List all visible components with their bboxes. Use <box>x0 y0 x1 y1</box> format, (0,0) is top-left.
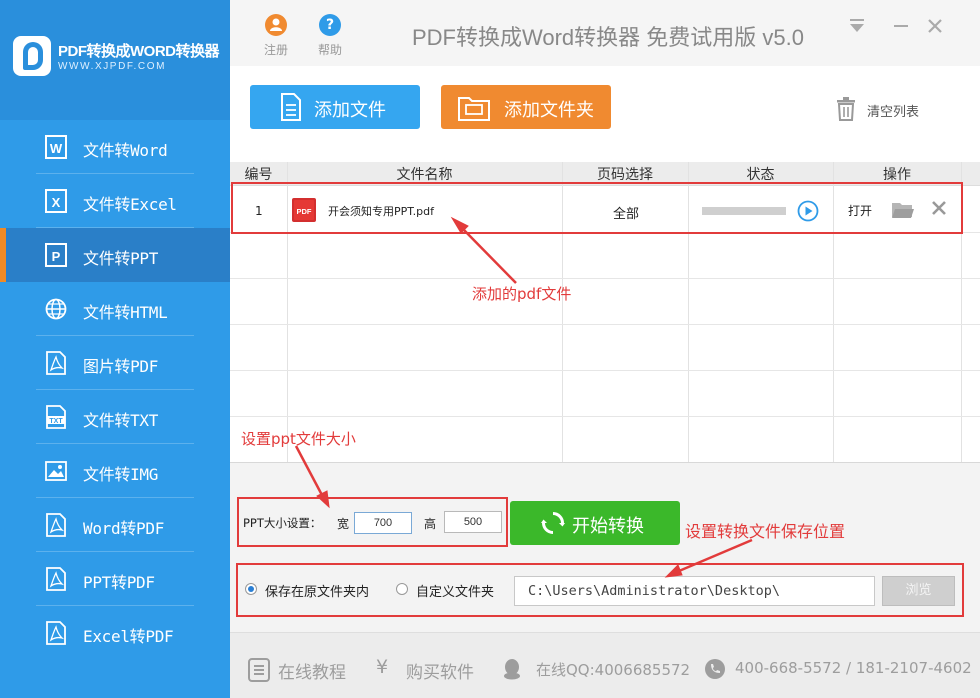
yen-icon: ¥ <box>376 656 389 678</box>
sidebar-item-label: 图片转PDF <box>83 357 159 376</box>
logo-title: PDF转换成WORD转换器 <box>58 43 220 60</box>
sidebar-item-label: 文件转IMG <box>83 465 159 484</box>
register-label: 注册 <box>263 43 288 57</box>
sidebar-item-image-to-pdf[interactable]: 图片转PDF <box>0 336 230 390</box>
help-button[interactable]: ? 帮助 <box>310 14 350 60</box>
menu-dropdown-icon[interactable] <box>846 15 868 37</box>
title-bar: 注册 ? 帮助 PDF转换成Word转换器 免费试用版 v5.0 <box>230 0 980 66</box>
svg-text:TXT: TXT <box>49 418 63 425</box>
sidebar-item-file-to-excel[interactable]: X 文件转Excel <box>0 174 230 228</box>
txt-icon: TXT <box>46 405 66 429</box>
sidebar-item-label: 文件转Excel <box>83 195 177 214</box>
sidebar-item-file-to-ppt[interactable]: P 文件转PPT <box>0 228 230 282</box>
annotation-box-file-row <box>231 182 963 234</box>
add-folder-button[interactable]: 添加文件夹 <box>441 85 611 129</box>
window-title: PDF转换成Word转换器 免费试用版 v5.0 <box>412 25 804 50</box>
sidebar-item-file-to-word[interactable]: W 文件转Word <box>0 120 230 174</box>
start-convert-label: 开始转换 <box>572 516 644 537</box>
minimize-icon[interactable] <box>890 15 912 37</box>
svg-text:P: P <box>52 249 61 264</box>
sidebar-item-label: 文件转PPT <box>83 249 159 268</box>
sidebar-item-file-to-txt[interactable]: TXT 文件转TXT <box>0 390 230 444</box>
sidebar-item-label: PPT转PDF <box>83 573 155 592</box>
pdf-icon <box>46 513 66 537</box>
phone-label: 400-668-5572 / 181-2107-4602 <box>735 659 972 677</box>
svg-text:X: X <box>52 195 61 210</box>
annotation-added-pdf: 添加的pdf文件 <box>472 285 572 303</box>
sidebar-item-label: 文件转Word <box>83 141 168 160</box>
sidebar-item-label: 文件转TXT <box>83 411 159 430</box>
pdf-icon <box>46 621 66 645</box>
excel-icon: X <box>45 189 67 213</box>
globe-icon <box>45 298 67 320</box>
folder-icon <box>458 97 490 121</box>
pdf-icon <box>46 567 66 591</box>
document-icon <box>281 93 301 121</box>
image-icon <box>45 461 67 481</box>
sidebar-item-file-to-img[interactable]: 文件转IMG <box>0 444 230 498</box>
footer: 在线教程 ¥ 购买软件 在线QQ:4006685572 400-668-5572… <box>230 632 980 698</box>
logo-icon <box>13 36 51 76</box>
help-icon: ? <box>319 14 341 36</box>
sidebar-item-file-to-html[interactable]: 文件转HTML <box>0 282 230 336</box>
annotation-ppt-size: 设置ppt文件大小 <box>241 430 356 448</box>
toolbar: 添加文件 添加文件夹 清空列表 <box>230 66 980 162</box>
sidebar-item-label: Excel转PDF <box>83 627 174 646</box>
add-file-button[interactable]: 添加文件 <box>250 85 420 129</box>
book-icon <box>248 658 270 682</box>
logo-subtitle: WWW.XJPDF.COM <box>58 61 167 72</box>
start-convert-button[interactable]: 开始转换 <box>510 501 680 545</box>
online-tutorial-label: 在线教程 <box>278 663 346 683</box>
trash-icon <box>837 97 855 121</box>
buy-software-label: 购买软件 <box>406 663 474 683</box>
svg-text:W: W <box>50 141 63 156</box>
qq-icon <box>504 659 520 680</box>
online-qq-label: 在线QQ:4006685572 <box>536 661 691 679</box>
annotation-save-location: 设置转换文件保存位置 <box>685 522 846 541</box>
add-file-label: 添加文件 <box>314 100 386 121</box>
help-label: 帮助 <box>317 43 342 57</box>
register-button[interactable]: 注册 <box>256 14 296 60</box>
close-icon[interactable] <box>924 15 946 37</box>
ppt-icon: P <box>45 243 67 267</box>
phone-icon <box>705 659 725 679</box>
sidebar: PDF转换成WORD转换器 WWW.XJPDF.COM W 文件转Word X … <box>0 0 230 698</box>
add-folder-label: 添加文件夹 <box>504 100 594 121</box>
annotation-box-save-path <box>236 563 964 617</box>
pdf-icon <box>46 351 66 375</box>
logo-area: PDF转换成WORD转换器 WWW.XJPDF.COM <box>0 0 230 120</box>
sidebar-item-ppt-to-pdf[interactable]: PPT转PDF <box>0 552 230 606</box>
clear-list-label: 清空列表 <box>867 105 920 120</box>
user-icon <box>265 14 287 36</box>
sidebar-item-excel-to-pdf[interactable]: Excel转PDF <box>0 606 230 660</box>
annotation-box-size <box>237 497 508 547</box>
word-icon: W <box>45 135 67 159</box>
refresh-icon <box>541 512 565 534</box>
sidebar-item-label: 文件转HTML <box>83 303 168 322</box>
sidebar-item-label: Word转PDF <box>83 519 165 538</box>
sidebar-item-word-to-pdf[interactable]: Word转PDF <box>0 498 230 552</box>
